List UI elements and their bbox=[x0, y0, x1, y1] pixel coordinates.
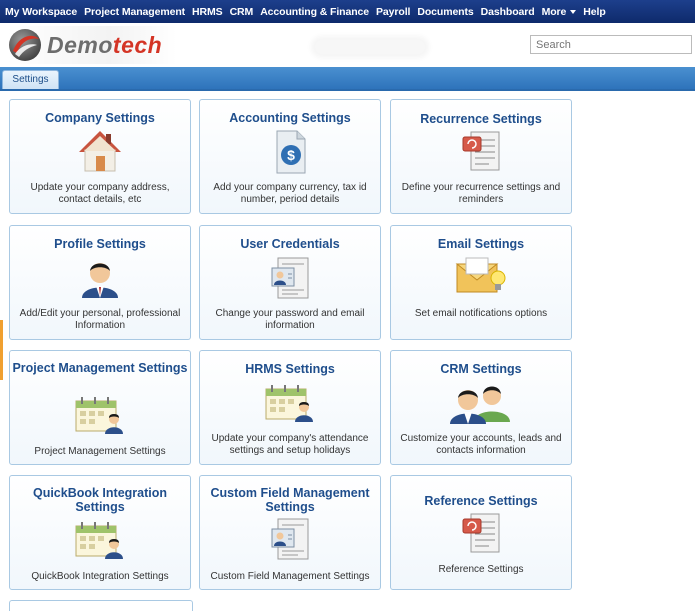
nav-help[interactable]: Help bbox=[583, 6, 605, 18]
card-recurrence-settings[interactable]: Recurrence Settings Define your recurren… bbox=[390, 99, 572, 214]
nav-documents[interactable]: Documents bbox=[417, 6, 473, 18]
card-title: Recurrence Settings bbox=[420, 112, 542, 126]
card-partial-next-row bbox=[9, 600, 193, 611]
users-group-icon bbox=[450, 386, 510, 424]
search-input[interactable] bbox=[530, 35, 692, 54]
card-description: Reference Settings bbox=[438, 564, 524, 575]
header: Demotech bbox=[0, 23, 695, 67]
logo-prefix: Demo bbox=[47, 31, 113, 58]
card-title: QuickBook Integration Settings bbox=[32, 486, 168, 514]
nav-hrms[interactable]: HRMS bbox=[192, 6, 223, 18]
card-accounting-settings[interactable]: Accounting Settings $ Add your company c… bbox=[199, 99, 381, 214]
redacted-area bbox=[315, 40, 425, 54]
logo-swoosh-icon bbox=[9, 29, 41, 61]
nav-more-label: More bbox=[541, 5, 567, 18]
nav-more[interactable]: More bbox=[542, 6, 577, 18]
card-title: User Credentials bbox=[240, 237, 340, 251]
nav-project-management[interactable]: Project Management bbox=[84, 6, 185, 18]
credential-card-icon bbox=[271, 257, 309, 299]
dollar-document-icon: $ bbox=[276, 130, 306, 174]
card-description: Update your company's attendance setting… bbox=[211, 433, 369, 456]
card-company-settings[interactable]: Company Settings Update your company add… bbox=[9, 99, 191, 214]
card-title: Custom Field Management Settings bbox=[210, 486, 370, 514]
card-description: Custom Field Management Settings bbox=[210, 571, 370, 582]
nav-accounting-finance[interactable]: Accounting & Finance bbox=[260, 6, 369, 18]
nav-crm[interactable]: CRM bbox=[230, 6, 254, 18]
card-custom-field-management-settings[interactable]: Custom Field Management Settings Custom … bbox=[199, 475, 381, 590]
card-title: Profile Settings bbox=[54, 237, 146, 251]
house-icon bbox=[79, 131, 121, 172]
card-description: Customize your accounts, leads and conta… bbox=[400, 433, 562, 456]
card-profile-settings[interactable]: Profile Settings Add/Edit your personal,… bbox=[9, 225, 191, 340]
card-description: Change your password and email informati… bbox=[215, 308, 365, 331]
card-description: Project Management Settings bbox=[34, 446, 166, 457]
logo-suffix: tech bbox=[112, 31, 163, 58]
card-description: QuickBook Integration Settings bbox=[31, 571, 169, 582]
reference-document-icon bbox=[462, 513, 500, 553]
caret-down-icon bbox=[570, 9, 577, 14]
logo-text: Demotech bbox=[47, 32, 162, 59]
card-title: CRM Settings bbox=[440, 362, 522, 376]
nav-dashboard[interactable]: Dashboard bbox=[481, 6, 535, 18]
user-profile-icon bbox=[82, 263, 118, 298]
card-title: Company Settings bbox=[45, 111, 155, 125]
field-document-icon bbox=[271, 518, 309, 560]
card-description: Add/Edit your personal, professional Inf… bbox=[19, 308, 181, 331]
card-description: Define your recurrence settings and remi… bbox=[401, 182, 561, 205]
card-title: Project Management Settings bbox=[12, 361, 188, 375]
nav-payroll[interactable]: Payroll bbox=[376, 6, 410, 18]
card-title: HRMS Settings bbox=[245, 362, 335, 376]
card-description: Add your company currency, tax id number… bbox=[213, 182, 367, 205]
calendar-user-icon bbox=[265, 385, 313, 422]
svg-text:$: $ bbox=[287, 147, 295, 163]
calendar-user-icon bbox=[75, 397, 123, 434]
card-description: Set email notifications options bbox=[414, 308, 548, 319]
card-hrms-settings[interactable]: HRMS Settings Update your company's atte… bbox=[199, 350, 381, 465]
email-bulb-icon bbox=[455, 257, 506, 293]
card-crm-settings[interactable]: CRM Settings Customize your accounts, le… bbox=[390, 350, 572, 465]
card-title: Reference Settings bbox=[424, 494, 538, 508]
card-project-management-settings[interactable]: Project Management Settings Project Mana… bbox=[9, 350, 191, 465]
tab-settings[interactable]: Settings bbox=[2, 70, 59, 89]
tab-bar: Settings bbox=[0, 67, 695, 91]
calendar-user-icon bbox=[75, 522, 123, 559]
card-email-settings[interactable]: Email Settings Set email notifications o… bbox=[390, 225, 572, 340]
card-user-credentials[interactable]: User Credentials Change your password an… bbox=[199, 225, 381, 340]
recurrence-document-icon bbox=[462, 131, 500, 171]
nav-my-workspace[interactable]: My Workspace bbox=[5, 6, 77, 18]
card-description: Update your company address, contact det… bbox=[30, 182, 170, 205]
card-quickbook-integration-settings[interactable]: QuickBook Integration Settings QuickBook… bbox=[9, 475, 191, 590]
card-title: Email Settings bbox=[437, 237, 525, 251]
left-edge-strip bbox=[0, 320, 3, 380]
card-reference-settings[interactable]: Reference Settings Reference Settings bbox=[390, 475, 572, 590]
company-logo[interactable]: Demotech bbox=[7, 26, 177, 64]
top-nav: My Workspace Project Management HRMS CRM… bbox=[0, 0, 695, 23]
card-title: Accounting Settings bbox=[229, 111, 351, 125]
